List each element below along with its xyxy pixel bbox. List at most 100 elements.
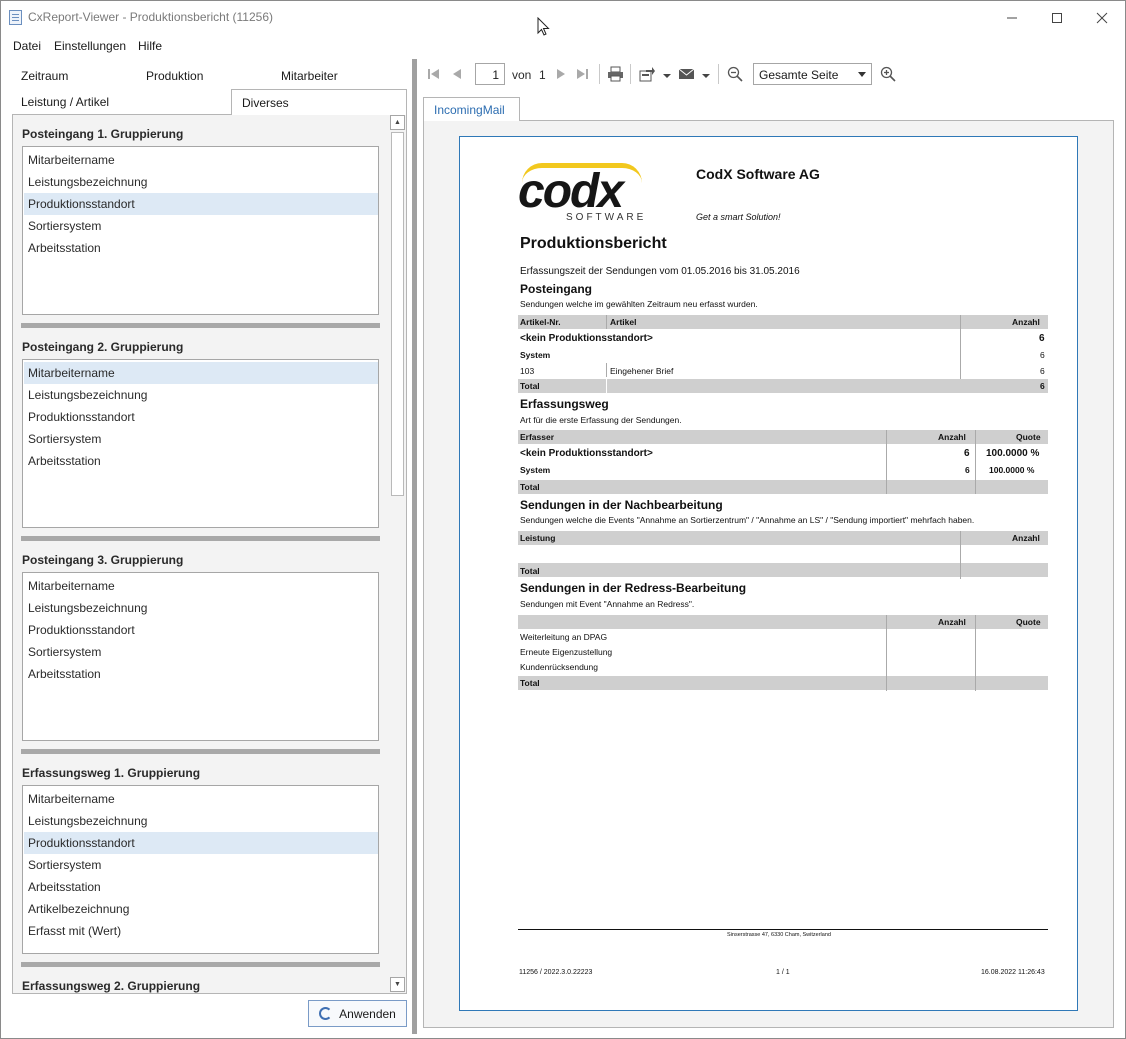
- minimize-button[interactable]: [989, 2, 1035, 33]
- footer-version: 11256 / 2022.3.0.22223: [519, 969, 593, 976]
- grouping-listbox[interactable]: Mitarbeitername Leistungsbezeichnung Pro…: [22, 572, 379, 741]
- column-header: Quote: [1016, 432, 1041, 442]
- tab-leistung-artikel[interactable]: Leistung / Artikel: [21, 95, 109, 109]
- list-item[interactable]: Sortiersystem: [24, 215, 378, 237]
- list-item[interactable]: Leistungsbezeichnung: [24, 171, 378, 193]
- zoom-select[interactable]: Gesamte Seite: [753, 63, 872, 85]
- list-item-selected[interactable]: Mitarbeitername: [24, 362, 378, 384]
- table-header-bar: [518, 430, 1048, 444]
- group-title: Erfassungsweg 1. Gruppierung: [22, 766, 201, 780]
- list-item-selected[interactable]: Produktionsstandort: [24, 193, 378, 215]
- page-of-label: von: [512, 68, 532, 82]
- column-header: Anzahl: [938, 432, 966, 442]
- table-header-bar: [518, 531, 1048, 545]
- scroll-down-button[interactable]: ▼: [390, 977, 405, 992]
- scroll-up-button[interactable]: ▲: [390, 115, 405, 130]
- zoom-in-icon[interactable]: [880, 66, 896, 82]
- close-button[interactable]: [1079, 2, 1125, 33]
- table-cell: <kein Produktionsstandort>: [520, 333, 653, 344]
- list-item[interactable]: Artikelbezeichnung: [24, 898, 378, 920]
- list-item[interactable]: Leistungsbezeichnung: [24, 597, 378, 619]
- table-cell: Erneute Eigenzustellung: [520, 647, 613, 657]
- panel-splitter[interactable]: [412, 59, 417, 1034]
- last-page-icon[interactable]: [575, 67, 589, 81]
- maximize-icon: [1052, 12, 1062, 23]
- list-item[interactable]: Mitarbeitername: [24, 575, 378, 597]
- table-total-bar: [518, 676, 1048, 690]
- list-item[interactable]: Leistungsbezeichnung: [24, 384, 378, 406]
- menu-einstellungen[interactable]: Einstellungen: [54, 39, 126, 53]
- tab-produktion[interactable]: Produktion: [146, 69, 203, 83]
- list-item[interactable]: Erfasst mit (Wert): [24, 920, 378, 942]
- group-title: Erfassungsweg 2. Gruppierung: [22, 979, 201, 993]
- tab-diverses[interactable]: Diverses: [231, 89, 407, 115]
- options-scrollbar[interactable]: ▲ ▼: [389, 115, 406, 993]
- list-item[interactable]: Produktionsstandort: [24, 619, 378, 641]
- grouping-listbox[interactable]: Mitarbeitername Leistungsbezeichnung Pro…: [22, 785, 379, 954]
- column-header: Artikel-Nr.: [520, 317, 561, 327]
- report-period: Erfassungszeit der Sendungen vom 01.05.2…: [520, 266, 800, 277]
- footer-rule: [518, 929, 1048, 930]
- app-icon: [9, 10, 22, 25]
- tab-incomingmail[interactable]: IncomingMail: [423, 97, 520, 121]
- refresh-icon: [319, 1007, 333, 1020]
- column-header: Quote: [1016, 617, 1041, 627]
- list-item[interactable]: Arbeitsstation: [24, 237, 378, 259]
- previous-page-icon[interactable]: [451, 67, 463, 81]
- list-item[interactable]: Arbeitsstation: [24, 663, 378, 685]
- column-divider: [606, 315, 607, 329]
- menu-bar: Datei Einstellungen Hilfe: [1, 34, 601, 56]
- email-icon[interactable]: [678, 66, 712, 82]
- apply-button[interactable]: Anwenden: [308, 1000, 407, 1027]
- export-icon[interactable]: [639, 66, 673, 82]
- table-total-label: Total: [520, 566, 540, 576]
- table-cell: Weiterleitung an DPAG: [520, 632, 608, 642]
- next-page-icon[interactable]: [555, 67, 567, 81]
- group-separator: [21, 323, 380, 328]
- grouping-listbox[interactable]: Mitarbeitername Leistungsbezeichnung Pro…: [22, 359, 379, 528]
- column-header: Erfasser: [520, 432, 555, 442]
- column-header: Anzahl: [1012, 533, 1040, 543]
- section-description: Art für die erste Erfassung der Sendunge…: [520, 415, 682, 425]
- table-total-bar: [518, 563, 1048, 577]
- list-item[interactable]: Sortiersystem: [24, 854, 378, 876]
- table-cell: 100.0000 %: [989, 465, 1035, 475]
- list-item[interactable]: Sortiersystem: [24, 641, 378, 663]
- list-item[interactable]: Arbeitsstation: [24, 876, 378, 898]
- print-icon[interactable]: [607, 66, 624, 82]
- first-page-icon[interactable]: [427, 67, 441, 81]
- menu-datei[interactable]: Datei: [13, 39, 41, 53]
- list-item[interactable]: Mitarbeitername: [24, 149, 378, 171]
- tab-mitarbeiter[interactable]: Mitarbeiter: [281, 69, 338, 83]
- table-total-value: 6: [1040, 381, 1045, 391]
- page-number-input[interactable]: 1: [475, 63, 505, 85]
- logo-subtitle: SOFTWARE: [566, 212, 647, 223]
- title-bar: CxReport-Viewer - Produktionsbericht (11…: [1, 1, 1125, 33]
- list-item[interactable]: Sortiersystem: [24, 428, 378, 450]
- toolbar-separator: [718, 64, 719, 84]
- tab-incomingmail-label: IncomingMail: [434, 103, 505, 117]
- section-description: Sendungen welche die Events "Annahme an …: [520, 515, 975, 525]
- list-item-selected[interactable]: Produktionsstandort: [24, 832, 378, 854]
- table-cell: 6: [964, 448, 970, 459]
- list-item[interactable]: Mitarbeitername: [24, 788, 378, 810]
- grouping-listbox[interactable]: Mitarbeitername Leistungsbezeichnung Pro…: [22, 146, 379, 315]
- table-cell: Eingehener Brief: [610, 366, 674, 376]
- column-header: Anzahl: [1012, 317, 1040, 327]
- table-cell: System: [520, 350, 551, 360]
- maximize-button[interactable]: [1034, 2, 1080, 33]
- table-cell: 100.0000 %: [986, 448, 1040, 459]
- column-divider: [975, 480, 976, 494]
- close-icon: [1096, 12, 1108, 23]
- list-item[interactable]: Arbeitsstation: [24, 450, 378, 472]
- apply-button-label: Anwenden: [339, 1006, 396, 1021]
- company-slogan: Get a smart Solution!: [696, 212, 781, 222]
- zoom-out-icon[interactable]: [727, 66, 743, 82]
- section-heading: Erfassungsweg: [520, 397, 609, 411]
- scroll-thumb[interactable]: [391, 132, 404, 496]
- tab-zeitraum[interactable]: Zeitraum: [21, 69, 68, 83]
- table-total-label: Total: [520, 482, 540, 492]
- list-item[interactable]: Produktionsstandort: [24, 406, 378, 428]
- menu-hilfe[interactable]: Hilfe: [138, 39, 162, 53]
- list-item[interactable]: Leistungsbezeichnung: [24, 810, 378, 832]
